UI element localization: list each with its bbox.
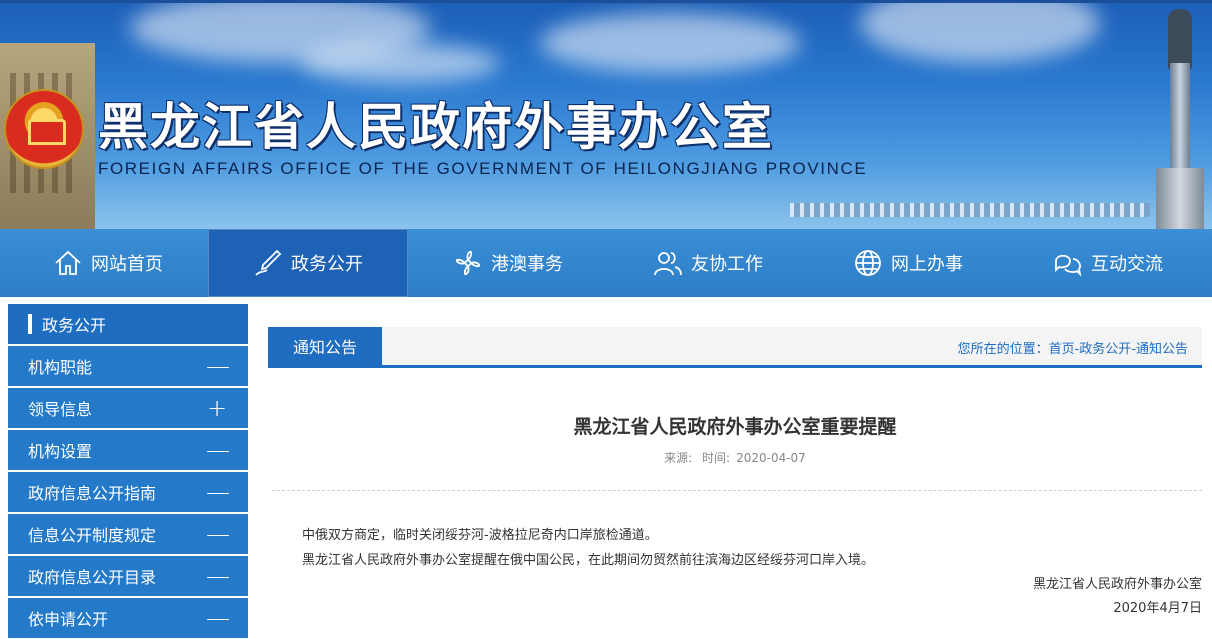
collapse-icon[interactable]: —: [206, 522, 230, 546]
collapse-icon[interactable]: —: [206, 438, 230, 462]
sidebar-item-label: 信息公开制度规定: [28, 526, 157, 545]
sidebar-item-label: 领导信息: [28, 400, 93, 419]
breadcrumb[interactable]: 您所在的位置：首页-政务公开-通知公告: [958, 338, 1188, 357]
article-signature: 黑龙江省人民政府外事办公室: [1032, 577, 1202, 592]
source-label: 来源:: [664, 451, 693, 465]
sidebar-item-structure[interactable]: 机构设置 —: [8, 430, 248, 470]
title-bar-decoration: [28, 314, 32, 334]
home-icon: [55, 250, 81, 275]
sidebar-item-disclosure-catalog[interactable]: 政府信息公开目录 —: [8, 556, 248, 596]
sidebar-item-functions[interactable]: 机构职能 —: [8, 346, 248, 386]
sidebar: 政务公开 机构职能 — 领导信息 + 机构设置 — 政府信息公开指南 — 信息公…: [8, 304, 248, 638]
article-title: 黑龙江省人民政府外事办公室重要提醒: [573, 416, 897, 438]
sidebar-item-label: 政府信息公开目录: [28, 568, 157, 587]
nav-hk-macau[interactable]: 港澳事务: [408, 229, 608, 297]
nav-label: 互动交流: [1091, 254, 1163, 275]
sidebar-item-leaders[interactable]: 领导信息 +: [8, 388, 248, 428]
collapse-icon[interactable]: —: [206, 606, 230, 630]
article-meta: 来源: 时间: 2020-04-07: [268, 449, 1202, 466]
nav-friendship[interactable]: 友协工作: [608, 229, 808, 297]
collapse-icon[interactable]: —: [206, 354, 230, 378]
site-title: 黑龙江省人民政府外事办公室: [98, 97, 774, 156]
sidebar-item-label: 机构职能: [28, 358, 93, 377]
nav-government-affairs[interactable]: 政务公开: [208, 229, 408, 297]
header-banner: 黑龙江省人民政府外事办公室 FOREIGN AFFAIRS OFFICE OF …: [0, 3, 1212, 229]
site-title-en: FOREIGN AFFAIRS OFFICE OF THE GOVERNMENT…: [98, 159, 868, 178]
nav-label: 港澳事务: [491, 254, 563, 275]
article-date: 2020-04-07: [736, 451, 806, 465]
nav-interaction[interactable]: 互动交流: [1008, 229, 1208, 297]
nav-label: 友协工作: [691, 254, 763, 275]
divider: [272, 490, 1202, 491]
sidebar-item-disclosure-guide[interactable]: 政府信息公开指南 —: [8, 472, 248, 512]
monument-image: [1152, 3, 1208, 229]
sidebar-item-request-disclosure[interactable]: 依申请公开 —: [8, 598, 248, 638]
article-sign-date: 2020年4月7日: [1113, 601, 1202, 616]
collapse-icon[interactable]: —: [206, 564, 230, 588]
nav-label: 政务公开: [291, 254, 363, 275]
expand-icon[interactable]: +: [206, 396, 228, 420]
flower-icon: [455, 250, 481, 276]
national-emblem-icon: [6, 91, 82, 167]
bridge-image: [790, 203, 1150, 217]
sidebar-item-label: 政府信息公开指南: [28, 484, 157, 503]
main-nav: 网站首页 政务公开 港澳事务 友协工作 网上办事 互动交流: [0, 229, 1212, 297]
people-icon: [654, 252, 682, 276]
globe-icon: [855, 250, 881, 276]
chat-icon: [1055, 254, 1082, 277]
cloud-decoration: [540, 13, 800, 73]
article-paragraph: 中俄双方商定，临时关闭绥芬河-波格拉尼奇内口岸旅检通道。: [302, 528, 658, 543]
sidebar-item-label: 依申请公开: [28, 610, 109, 629]
collapse-icon[interactable]: —: [206, 480, 230, 504]
sidebar-title: 政务公开: [8, 304, 248, 344]
pen-icon: [255, 249, 282, 276]
time-label: 时间:: [702, 451, 731, 465]
content-header: 通知公告 您所在的位置：首页-政务公开-通知公告: [268, 327, 1202, 368]
nav-home[interactable]: 网站首页: [8, 229, 208, 297]
sidebar-item-disclosure-rules[interactable]: 信息公开制度规定 —: [8, 514, 248, 554]
nav-label: 网站首页: [91, 254, 163, 275]
nav-label: 网上办事: [891, 254, 963, 275]
tab-notices[interactable]: 通知公告: [268, 327, 382, 365]
cloud-decoration: [300, 43, 500, 83]
cloud-decoration: [860, 3, 1100, 63]
article-paragraph: 黑龙江省人民政府外事办公室提醒在俄中国公民，在此期间勿贸然前往滨海边区经绥芬河口…: [302, 553, 875, 568]
sidebar-item-label: 机构设置: [28, 442, 93, 461]
nav-online-services[interactable]: 网上办事: [808, 229, 1008, 297]
sidebar-title-label: 政务公开: [42, 316, 107, 335]
